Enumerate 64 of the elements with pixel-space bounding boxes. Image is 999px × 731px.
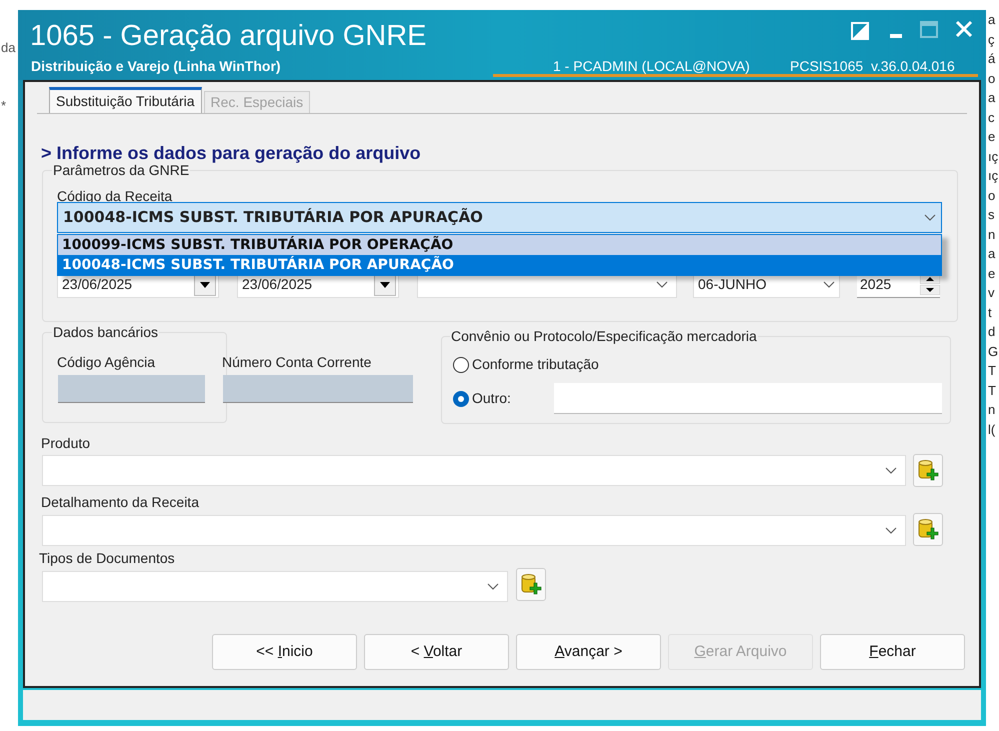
- background-text: da: [0, 39, 16, 57]
- add-button[interactable]: [516, 568, 546, 601]
- background-text: *: [0, 96, 8, 114]
- database-add-icon: [917, 458, 939, 482]
- background-text: ıç: [988, 167, 999, 185]
- caret-icon: [200, 282, 210, 288]
- background-text: s: [988, 206, 996, 224]
- user-info: 1 - PCADMIN (LOCAL@NOVA): [553, 57, 750, 76]
- radio-button[interactable]: [453, 356, 469, 372]
- wizard-button[interactable]: << Inicio: [212, 634, 357, 670]
- database-add-icon: [520, 572, 542, 596]
- background-text: e: [988, 128, 996, 146]
- background-text: e: [988, 264, 996, 282]
- field-label: Número Conta Corrente: [222, 353, 372, 372]
- dropdown-option[interactable]: 100099-ICMS SUBST. TRIBUTÁRIA POR OPERAÇÃO: [58, 235, 941, 255]
- add-button[interactable]: [913, 454, 943, 487]
- background-text: d: [988, 323, 996, 341]
- wizard-button[interactable]: Avançar >: [516, 634, 661, 670]
- background-text: a: [988, 245, 996, 263]
- chevron-icon: [924, 214, 936, 221]
- background-text: G: [988, 342, 999, 360]
- radio-button[interactable]: [453, 390, 469, 406]
- close-icon[interactable]: [955, 20, 973, 38]
- background-text: T: [988, 382, 997, 400]
- tab[interactable]: Substituição Tributária: [49, 87, 202, 113]
- dropdown-option[interactable]: 100048-ICMS SUBST. TRIBUTÁRIA POR APURAÇÃO: [58, 255, 941, 275]
- chevron-icon: [487, 583, 499, 590]
- background-text: a: [988, 11, 996, 29]
- background-text: t: [988, 304, 993, 322]
- background-text: l(: [988, 420, 996, 439]
- background-text: o: [988, 186, 996, 204]
- background-text: c: [988, 108, 996, 126]
- background-text: ıç: [988, 148, 999, 166]
- receita-dropdown[interactable]: 100048-ICMS SUBST. TRIBUTÁRIA POR APURAÇÃO: [57, 202, 942, 233]
- field-label: Código Agência: [57, 353, 156, 372]
- field-label: Detalhamento da Receita: [41, 493, 199, 512]
- database-add-icon: [917, 518, 939, 542]
- wizard-button[interactable]: Fechar: [820, 634, 965, 670]
- background-text: ç: [988, 30, 996, 49]
- wizard-button[interactable]: < Voltar: [364, 634, 509, 670]
- window-subtitle: Distribuição e Varejo (Linha WinThor): [31, 57, 281, 76]
- field-label: Produto: [41, 434, 90, 453]
- chevron-icon: [656, 281, 668, 288]
- background-text: á: [988, 50, 996, 68]
- radio-label: Conforme tributação: [472, 355, 599, 374]
- background-text: a: [988, 89, 996, 107]
- version-info: PCSIS1065 v.36.0.04.016: [790, 57, 955, 76]
- chevron-icon: [885, 527, 897, 534]
- background-text: T: [988, 362, 997, 380]
- restore-icon[interactable]: [851, 22, 869, 40]
- background-text: n: [988, 401, 996, 419]
- background-text: v: [988, 284, 996, 302]
- background-text: o: [988, 70, 996, 88]
- background-text: n: [988, 226, 996, 244]
- window-title: 1065 - Geração arquivo GNRE: [30, 19, 427, 54]
- down-arrow-icon[interactable]: [920, 284, 940, 294]
- field-label: Tipos de Documentos: [39, 549, 175, 568]
- caret-icon: [380, 282, 390, 288]
- outro-field[interactable]: [554, 383, 942, 414]
- radio-label: Outro:: [472, 389, 511, 408]
- maximize-icon: [920, 21, 938, 38]
- chevron-icon: [823, 281, 835, 288]
- add-button[interactable]: [913, 513, 943, 546]
- chevron-icon: [885, 467, 897, 474]
